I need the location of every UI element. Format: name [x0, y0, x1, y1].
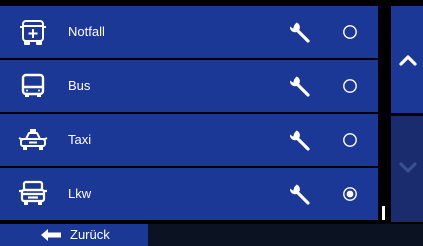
back-button[interactable]: Zurück	[0, 224, 148, 246]
wrench-icon[interactable]	[286, 127, 312, 153]
scroll-down-button[interactable]	[391, 116, 423, 222]
list-item-label: Bus	[68, 78, 91, 93]
list-item-notfall[interactable]: Notfall	[0, 6, 378, 58]
list-item-label: Taxi	[68, 132, 92, 147]
scrollbar-thumb[interactable]	[382, 206, 385, 220]
wrench-icon[interactable]	[286, 73, 312, 99]
list-item-taxi[interactable]: Taxi	[0, 114, 378, 166]
list-item-lkw[interactable]: Lkw	[0, 168, 378, 220]
list-item-bus[interactable]: Bus	[0, 60, 378, 112]
radio-button[interactable]	[342, 24, 358, 40]
chevron-down-icon	[399, 162, 417, 173]
list-item-label: Notfall	[68, 24, 105, 39]
radio-button[interactable]	[342, 132, 358, 148]
arrow-left-icon	[40, 228, 62, 242]
list-item-label: Lkw	[68, 186, 92, 201]
vehicle-type-list: Notfall Bus Taxi Lkw	[0, 0, 378, 222]
wrench-icon[interactable]	[286, 181, 312, 207]
scroll-up-button[interactable]	[391, 6, 423, 113]
bus-icon	[18, 71, 48, 101]
scrollbar[interactable]	[380, 0, 388, 222]
chevron-up-icon	[399, 55, 417, 66]
back-label: Zurück	[70, 227, 110, 242]
wrench-icon[interactable]	[286, 19, 312, 45]
taxi-icon	[18, 125, 48, 155]
radio-button[interactable]	[342, 78, 358, 94]
ambulance-icon	[18, 17, 48, 47]
truck-icon	[18, 179, 48, 209]
radio-button-selected[interactable]	[342, 186, 358, 202]
